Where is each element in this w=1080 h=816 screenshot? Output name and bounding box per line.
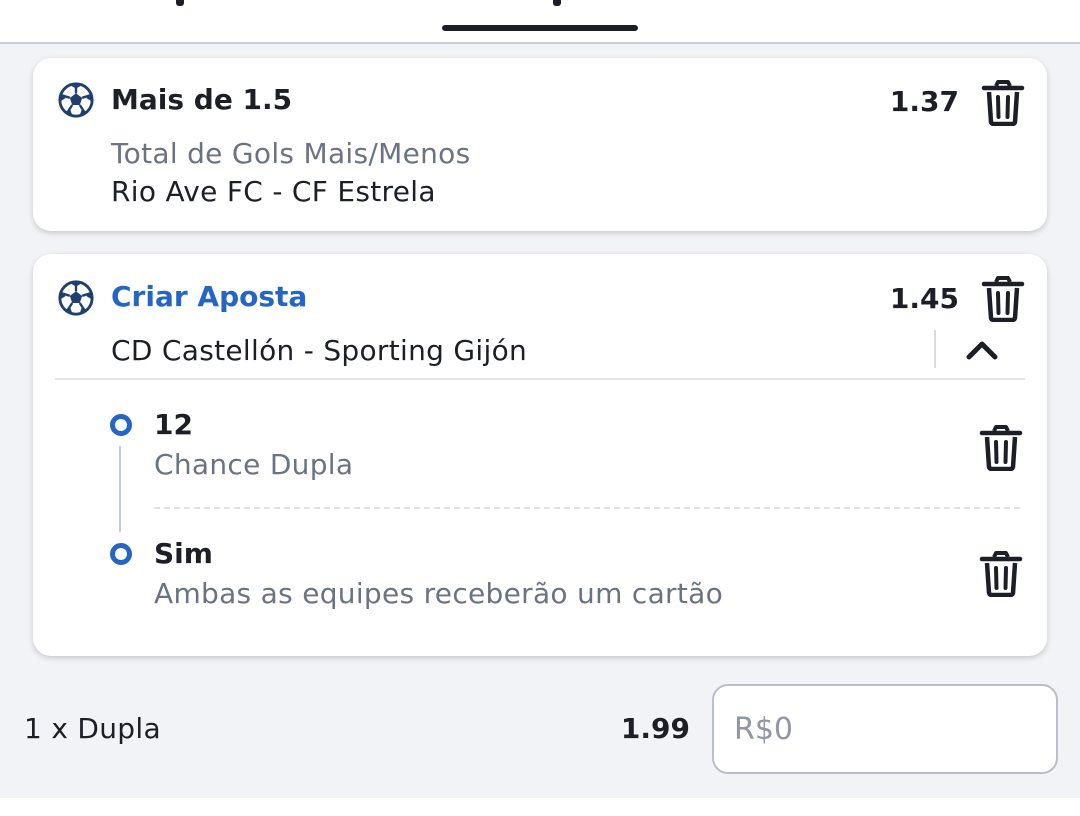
collapse-divider [934,330,936,368]
active-tab-indicator [442,25,638,31]
bet-builder-odds: 1.45 [889,282,959,315]
soccer-ball-icon [58,82,94,118]
leg-title: Sim [154,537,213,570]
card-divider [55,378,1025,380]
tab-label-fragment[interactable] [553,0,561,6]
soccer-ball-icon [58,280,94,316]
stake-input[interactable] [712,684,1058,774]
trash-icon[interactable] [981,276,1025,322]
leg-bullet [110,543,132,565]
leg-market: Chance Dupla [154,448,354,481]
selection-card: Mais de 1.5 1.37 Total de Gols Mais/Meno… [33,58,1047,231]
total-odds: 1.99 [620,712,690,745]
tab-bar [0,0,1080,44]
chevron-up-icon[interactable] [964,338,1000,362]
selection-market: Total de Gols Mais/Menos [111,137,471,170]
trash-icon[interactable] [979,551,1023,597]
selection-event: Rio Ave FC - CF Estrela [111,175,436,208]
bet-builder-card: Criar Aposta 1.45 CD Castellón - Sportin… [33,254,1047,656]
selection-odds: 1.37 [889,85,959,118]
leg-bullet [110,414,132,436]
bottom-strip [0,798,1080,816]
bet-builder-title: Criar Aposta [111,280,308,313]
trash-icon[interactable] [981,80,1025,126]
tab-label-fragment[interactable] [176,0,184,6]
trash-icon[interactable] [979,425,1023,471]
selection-title: Mais de 1.5 [111,83,293,116]
leg-market: Ambas as equipes receberão um cartão [154,577,724,610]
legs-timeline-line [119,446,121,532]
bet-type-label: 1 x Dupla [24,712,161,745]
leg-title: 12 [154,408,193,441]
leg-divider [154,507,1020,509]
bet-builder-event: CD Castellón - Sporting Gijón [111,334,528,367]
